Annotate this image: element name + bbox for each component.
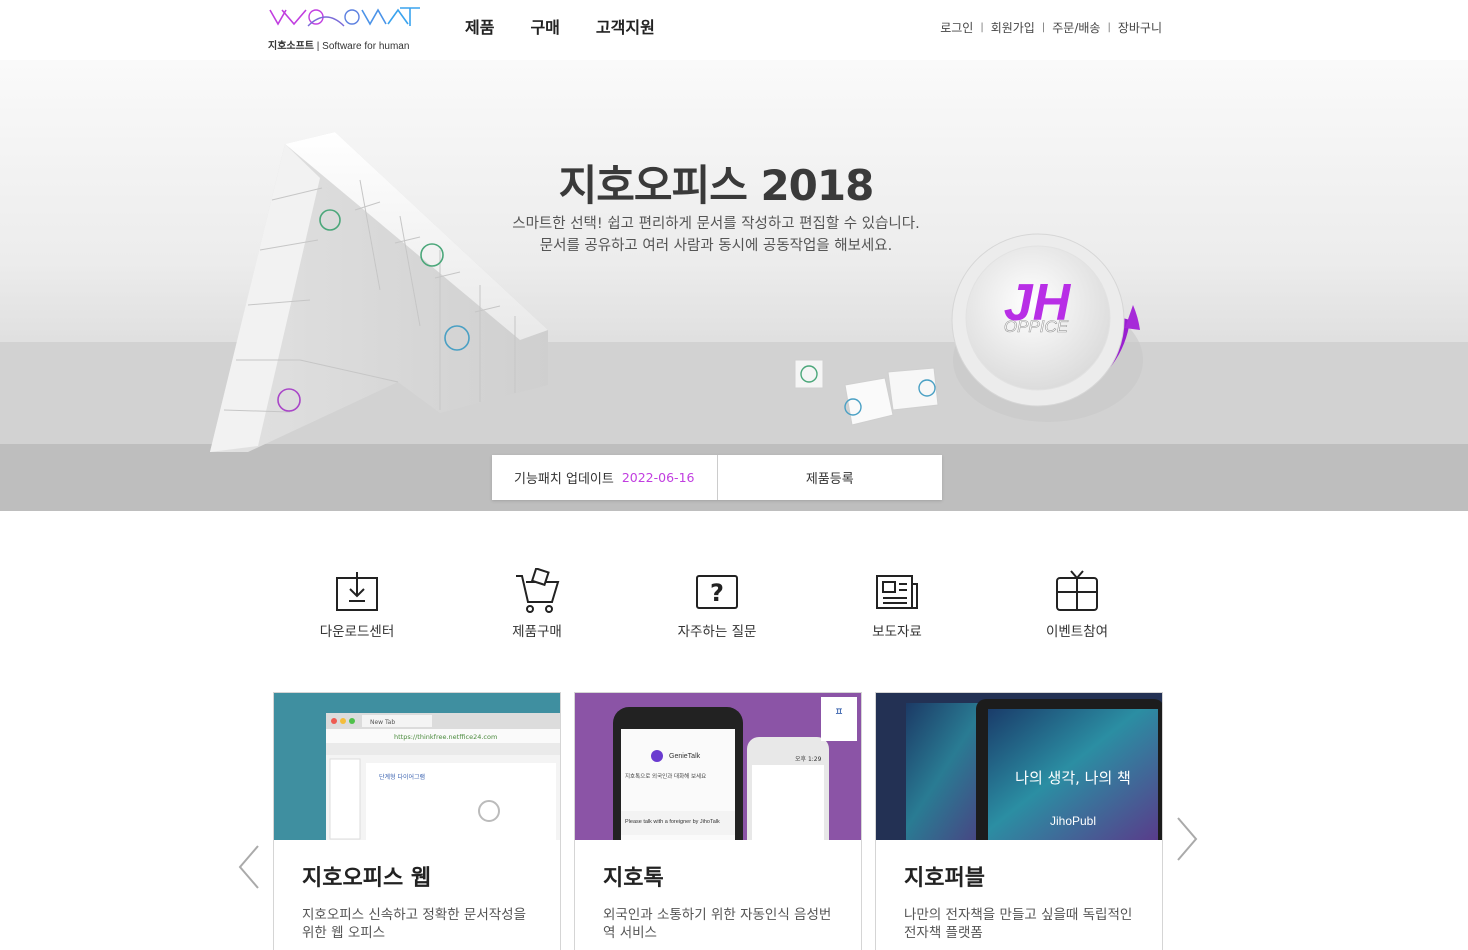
divider: | xyxy=(1041,22,1046,33)
download-icon xyxy=(336,572,378,611)
cart-icon xyxy=(516,568,560,613)
quick-purchase[interactable]: 제품구매 xyxy=(447,568,627,640)
card-title: 지호톡 xyxy=(603,866,664,891)
product-card-web-office[interactable]: New Tab https://thinkfree.netffice24.com… xyxy=(273,692,561,950)
login-link[interactable]: 로그인 xyxy=(940,19,973,36)
card-description: 외국인과 소통하기 위한 자동인식 음성번역 서비스 xyxy=(603,907,832,941)
divider: | xyxy=(980,22,984,33)
nav-purchase[interactable]: 구매 xyxy=(530,14,559,38)
quick-event[interactable]: 이벤트참여 xyxy=(987,568,1167,640)
carousel-next-icon[interactable] xyxy=(1174,816,1200,862)
site-header: 지호소프트 | Software for human 제품 구매 고객지원 로그… xyxy=(0,0,1468,60)
card-img-phrase-ko: 지호톡으로 외국인과 대화해 보세요 xyxy=(625,772,706,780)
svg-text:?: ? xyxy=(710,579,724,607)
question-icon: ? xyxy=(696,575,738,609)
hero-banner: JH OPPICE 지호오피스 2018 스마트한 선택! 쉽고 편리하게 문서… xyxy=(0,60,1468,511)
card-description: 지호오피스 신속하고 정확한 문서작성을 위한 웹 오피스 xyxy=(302,907,527,941)
utility-nav: 로그인 | 회원가입 | 주문/배송 | 장바구니 xyxy=(940,19,1162,36)
quick-label: 이벤트참여 xyxy=(1045,624,1109,640)
quick-label: 보도자료 xyxy=(872,624,922,640)
quick-label: 다운로드센터 xyxy=(319,624,395,640)
patch-update-button[interactable]: 기능패치 업데이트 2022-06-16 xyxy=(492,455,717,500)
card-title: 지호오피스 웹 xyxy=(302,866,432,891)
product-card-jihotalk[interactable]: GenieTalk 지호톡으로 외국인과 대화해 보세요 Please talk… xyxy=(574,692,862,950)
card-title: 지호퍼블 xyxy=(904,866,985,891)
logo-company: 지호소프트 xyxy=(268,41,314,52)
quick-label: 제품구매 xyxy=(512,624,562,640)
card-img-brand: GenieTalk xyxy=(669,753,701,760)
patch-update-date: 2022-06-16 xyxy=(621,470,695,485)
card-img-phrase-en: Please talk with a foreigner by JihoTalk xyxy=(625,819,720,825)
quick-download-center[interactable]: 다운로드센터 xyxy=(267,568,447,640)
olympic-emblem: ㅍ xyxy=(834,707,843,718)
badge-oppice: OPPICE xyxy=(1004,317,1069,336)
card-description: 나만의 전자책을 만들고 싶을때 독립적인 전자책 플랫폼 xyxy=(904,907,1133,941)
card-image-jihotalk: GenieTalk 지호톡으로 외국인과 대화해 보세요 Please talk… xyxy=(575,693,861,840)
product-cards: New Tab https://thinkfree.netffice24.com… xyxy=(273,692,1163,950)
card-img-time: 오후 1:29 xyxy=(795,755,822,763)
hero-desc-line2: 문서를 공유하고 여러 사람과 동시에 공동작업을 해보세요. xyxy=(539,238,893,254)
logo-mark xyxy=(269,7,420,27)
patch-update-label: 기능패치 업데이트 xyxy=(514,472,614,487)
order-shipping-link[interactable]: 주문/배송 xyxy=(1052,19,1100,36)
card-image-web-office: New Tab https://thinkfree.netffice24.com… xyxy=(274,693,560,840)
quick-press[interactable]: 보도자료 xyxy=(807,568,987,640)
small-cubes xyxy=(794,359,939,426)
product-register-label: 제품등록 xyxy=(805,472,854,487)
hero-desc-line1: 스마트한 선택! 쉽고 편리하게 문서를 작성하고 편집할 수 있습니다. xyxy=(512,216,920,232)
main-nav: 제품 구매 고객지원 xyxy=(465,14,655,38)
hero-description: 스마트한 선택! 쉽고 편리하게 문서를 작성하고 편집할 수 있습니다. 문서… xyxy=(0,213,1432,257)
nav-products[interactable]: 제품 xyxy=(465,14,494,38)
card-img-heading: 단계형 다이어그램 xyxy=(379,773,425,781)
card-img-brand: JihoPubl xyxy=(1050,814,1096,828)
product-register-button[interactable]: 제품등록 xyxy=(716,455,943,500)
jh-office-badge: JH OPPICE xyxy=(951,233,1143,422)
logo-slogan: Software for human xyxy=(322,41,410,52)
cart-link[interactable]: 장바구니 xyxy=(1118,19,1162,36)
carousel-prev-icon[interactable] xyxy=(236,844,262,890)
card-img-book-title: 나의 생각, 나의 책 xyxy=(1015,769,1131,787)
signup-link[interactable]: 회원가입 xyxy=(991,19,1035,36)
newspaper-icon xyxy=(876,575,918,609)
quick-faq[interactable]: ? 자주하는 질문 xyxy=(627,568,807,640)
hero-illustration: JH OPPICE xyxy=(210,132,1143,452)
quick-links: 다운로드센터 제품구매 ? 자주하는 질문 보도자료 이벤트참여 xyxy=(267,568,1167,640)
card-image-jihopubl: 나의 생각, 나의 책 JihoPubl xyxy=(876,693,1162,840)
nav-support[interactable]: 고객지원 xyxy=(596,14,655,38)
card-img-url: https://thinkfree.netffice24.com xyxy=(394,733,497,741)
quick-label: 자주하는 질문 xyxy=(677,624,757,640)
hero-title: 지호오피스 2018 xyxy=(558,161,875,210)
divider: | xyxy=(1107,22,1111,33)
card-img-tab: New Tab xyxy=(370,719,395,726)
hero-buttons: 기능패치 업데이트 2022-06-16 제품등록 xyxy=(492,455,942,500)
site-logo[interactable]: 지호소프트 | Software for human xyxy=(266,4,426,52)
gift-icon xyxy=(1056,570,1098,611)
product-card-jihopubl[interactable]: 나의 생각, 나의 책 JihoPubl 지호퍼블 나만의 전자책을 만들고 싶… xyxy=(875,692,1163,950)
